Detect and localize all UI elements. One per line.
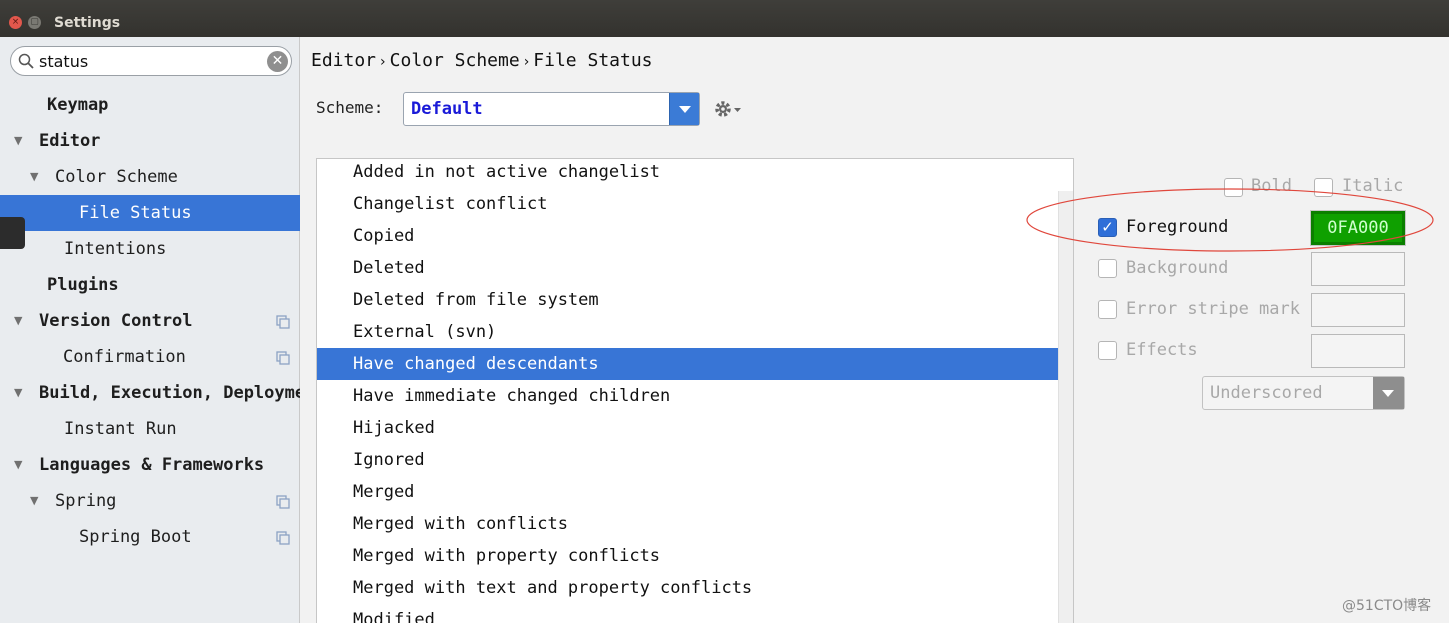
watermark: @51CTO博客 (1342, 598, 1432, 614)
settings-sidebar: ✕ Keymap ▼ Editor ▼ Color Scheme File St… (0, 37, 300, 623)
sidebar-item-build-execution-deployment[interactable]: ▼ Build, Execution, Deployment (0, 375, 300, 411)
sidebar-item-label: Languages & Frameworks (39, 455, 265, 475)
scheme-dropdown[interactable]: Default (403, 92, 700, 126)
sidebar-item-label: Editor (39, 131, 101, 151)
list-scrollbar[interactable] (1058, 191, 1073, 623)
sidebar-item-keymap[interactable]: Keymap (0, 87, 300, 123)
list-item[interactable]: Merged with text and property conflicts (317, 572, 1059, 604)
sidebar-item-confirmation[interactable]: Confirmation (0, 339, 300, 375)
sidebar-item-editor[interactable]: ▼ Editor (0, 123, 300, 159)
list-item[interactable]: Deleted (317, 252, 1059, 284)
clear-search-icon[interactable]: ✕ (267, 51, 288, 72)
background-color-swatch[interactable] (1311, 252, 1405, 286)
breadcrumb-file-status: File Status (533, 50, 653, 71)
list-item[interactable]: Modified (317, 604, 1059, 623)
project-settings-icon (276, 315, 290, 329)
effect-type-dropdown[interactable]: Underscored (1202, 376, 1405, 410)
sidebar-item-spring[interactable]: ▼ Spring (0, 483, 300, 519)
sidebar-item-label: Version Control (39, 311, 193, 331)
background-label: Background (1126, 258, 1229, 278)
dropdown-arrow-icon[interactable] (669, 93, 699, 125)
sidebar-item-label: Plugins (47, 275, 119, 295)
sidebar-item-label: Spring Boot (79, 527, 192, 547)
sidebar-item-label: Spring (55, 491, 117, 511)
search-box[interactable]: ✕ (10, 46, 292, 76)
error-stripe-checkbox[interactable] (1098, 300, 1117, 319)
breadcrumb-editor: Editor (311, 50, 377, 71)
list-item-selected[interactable]: Have changed descendants (317, 348, 1073, 380)
sidebar-item-label: File Status (79, 203, 192, 223)
minimize-window-button[interactable]: ▢ (28, 16, 41, 29)
expand-arrow-icon[interactable]: ▼ (30, 159, 38, 195)
sidebar-item-intentions[interactable]: Intentions (0, 231, 300, 267)
sidebar-item-label: Build, Execution, Deployment (39, 383, 300, 403)
close-window-button[interactable]: × (9, 16, 22, 29)
list-item[interactable]: Merged (317, 476, 1059, 508)
search-icon (18, 53, 34, 69)
window-title: Settings (54, 15, 121, 31)
list-item[interactable]: Hijacked (317, 412, 1059, 444)
sidebar-item-version-control[interactable]: ▼ Version Control (0, 303, 300, 339)
expand-arrow-icon[interactable]: ▼ (14, 447, 22, 483)
search-input[interactable] (39, 51, 267, 71)
list-item[interactable]: Copied (317, 220, 1059, 252)
list-item[interactable]: Changelist conflict (317, 188, 1059, 220)
title-bar: × ▢ Settings (0, 0, 1449, 37)
sidebar-item-label: Confirmation (63, 347, 186, 367)
error-stripe-label: Error stripe mark (1126, 299, 1300, 319)
project-settings-icon (276, 351, 290, 365)
breadcrumb-separator: › (523, 54, 530, 70)
list-item[interactable]: Ignored (317, 444, 1059, 476)
project-settings-icon (276, 495, 290, 509)
background-checkbox[interactable] (1098, 259, 1117, 278)
expand-arrow-icon[interactable]: ▼ (14, 375, 22, 411)
sidebar-item-label: Instant Run (64, 419, 177, 439)
error-stripe-color-swatch[interactable] (1311, 293, 1405, 327)
effects-color-swatch[interactable] (1311, 334, 1405, 368)
dropdown-arrow-icon[interactable] (1373, 377, 1404, 409)
file-status-list[interactable]: Added in not active changelist Changelis… (316, 158, 1074, 623)
scheme-value: Default (411, 99, 483, 119)
list-item[interactable]: Added in not active changelist (317, 159, 1059, 188)
expand-arrow-icon[interactable]: ▼ (14, 123, 22, 159)
sidebar-item-languages-frameworks[interactable]: ▼ Languages & Frameworks (0, 447, 300, 483)
sidebar-item-label: Keymap (47, 95, 109, 115)
list-item[interactable]: Merged with conflicts (317, 508, 1059, 540)
sidebar-item-file-status[interactable]: File Status (0, 195, 300, 231)
scheme-label: Scheme: (316, 98, 384, 117)
list-item[interactable]: External (svn) (317, 316, 1059, 348)
project-settings-icon (276, 531, 290, 545)
sidebar-item-label: Intentions (64, 239, 167, 259)
breadcrumb: Editor › Color Scheme › File Status (311, 50, 653, 71)
effects-label: Effects (1126, 340, 1198, 360)
sidebar-item-color-scheme[interactable]: ▼ Color Scheme (0, 159, 300, 195)
effects-checkbox[interactable] (1098, 341, 1117, 360)
effect-type-value: Underscored (1210, 383, 1323, 403)
floating-side-tab[interactable] (0, 217, 25, 249)
expand-arrow-icon[interactable]: ▼ (30, 483, 38, 519)
breadcrumb-color-scheme: Color Scheme (389, 50, 520, 71)
sidebar-item-spring-boot[interactable]: Spring Boot (0, 519, 300, 555)
sidebar-item-label: Color Scheme (55, 167, 178, 187)
settings-window: ✕ Keymap ▼ Editor ▼ Color Scheme File St… (0, 37, 1449, 623)
list-item[interactable]: Have immediate changed children (317, 380, 1059, 412)
sidebar-item-instant-run[interactable]: Instant Run (0, 411, 300, 447)
list-item[interactable]: Deleted from file system (317, 284, 1059, 316)
list-item[interactable]: Merged with property conflicts (317, 540, 1059, 572)
gear-icon[interactable] (713, 99, 743, 119)
breadcrumb-separator: › (380, 54, 386, 70)
expand-arrow-icon[interactable]: ▼ (14, 303, 22, 339)
annotation-ellipse (1026, 188, 1434, 252)
sidebar-item-plugins[interactable]: Plugins (0, 267, 300, 303)
